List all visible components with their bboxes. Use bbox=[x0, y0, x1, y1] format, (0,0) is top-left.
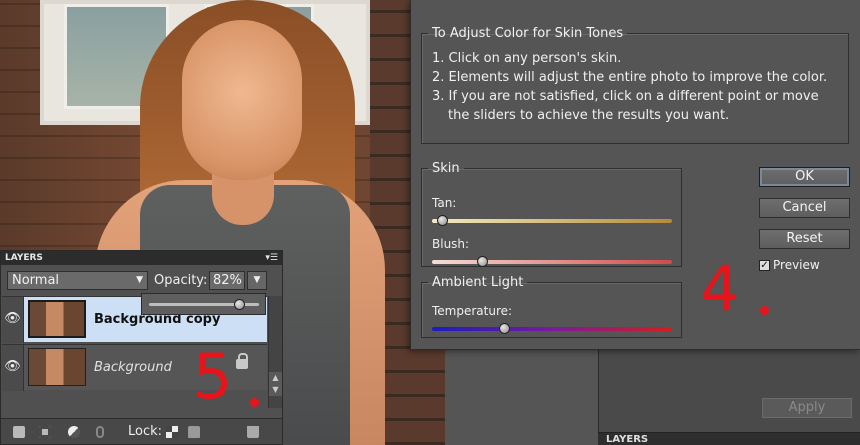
lock-icon bbox=[236, 353, 248, 369]
opacity-input[interactable]: 82% bbox=[209, 271, 245, 290]
temperature-label: Temperature: bbox=[432, 304, 513, 318]
layers-scrollbar[interactable]: ▲ ▼ bbox=[268, 296, 282, 408]
lock-label: Lock: bbox=[128, 424, 163, 439]
layer-thumbnail bbox=[28, 348, 86, 386]
new-layer-icon[interactable] bbox=[13, 426, 25, 438]
scroll-down-icon[interactable]: ▼ bbox=[269, 384, 282, 396]
ambient-light-group: Ambient Light Temperature: bbox=[421, 275, 682, 338]
checkmark-icon[interactable]: ✓ bbox=[759, 259, 770, 271]
instructions-list: 1. Click on any person's skin. 2. Elemen… bbox=[432, 49, 848, 125]
opacity-slider-popup[interactable] bbox=[141, 293, 266, 315]
ok-button[interactable]: OK bbox=[759, 167, 850, 187]
step-1: 1. Click on any person's skin. bbox=[432, 51, 622, 66]
adjust-skin-tone-dialog: To Adjust Color for Skin Tones 1. Click … bbox=[410, 0, 860, 350]
blush-slider-thumb[interactable] bbox=[477, 256, 489, 267]
layers-panel-header[interactable]: LAYERS bbox=[598, 432, 860, 445]
link-icon[interactable] bbox=[96, 426, 104, 438]
adjustments-panel bbox=[598, 345, 860, 445]
layers-panel: LAYERS ▾☰ Normal ▼ Opacity: 82% ▼ 👁 Back… bbox=[0, 250, 283, 445]
instructions-title: To Adjust Color for Skin Tones bbox=[432, 26, 624, 41]
step-3-cont: the sliders to achieve the results you w… bbox=[448, 108, 730, 123]
subject-face bbox=[182, 20, 302, 180]
cancel-button[interactable]: Cancel bbox=[759, 198, 850, 218]
opacity-slider-thumb[interactable] bbox=[234, 299, 246, 310]
apply-button[interactable]: Apply bbox=[762, 398, 852, 418]
instructions-group: To Adjust Color for Skin Tones 1. Click … bbox=[421, 26, 849, 144]
annotation-four-dot bbox=[760, 306, 769, 315]
scroll-up-icon[interactable]: ▲ bbox=[269, 372, 282, 384]
visibility-eye-icon[interactable]: 👁 bbox=[2, 345, 24, 391]
adjustment-layer-icon[interactable] bbox=[68, 426, 80, 438]
blend-mode-select[interactable]: Normal ▼ bbox=[7, 271, 148, 290]
panel-menu-icon[interactable]: ▾☰ bbox=[265, 253, 278, 263]
lock-transparency-icon[interactable] bbox=[166, 426, 178, 438]
preview-checkbox[interactable]: ✓ Preview bbox=[759, 258, 820, 272]
layer-thumbnail bbox=[28, 300, 86, 338]
tan-slider-thumb[interactable] bbox=[436, 215, 448, 226]
visibility-eye-icon[interactable]: 👁 bbox=[2, 297, 24, 343]
trash-icon[interactable] bbox=[247, 426, 259, 438]
tan-label: Tan: bbox=[432, 196, 457, 210]
opacity-slider[interactable] bbox=[149, 299, 259, 310]
annotation-five: 5 bbox=[193, 340, 233, 413]
opacity-label: Opacity: bbox=[154, 273, 208, 288]
blush-slider[interactable] bbox=[432, 256, 672, 267]
step-3: 3. If you are not satisfied, click on a … bbox=[432, 89, 819, 104]
annotation-five-dot bbox=[250, 398, 259, 407]
layer-name[interactable]: Background bbox=[94, 360, 172, 375]
chevron-down-icon: ▼ bbox=[136, 275, 143, 285]
temperature-slider-thumb[interactable] bbox=[499, 323, 510, 334]
blush-label: Blush: bbox=[432, 237, 470, 251]
skin-group: Skin Tan: Blush: bbox=[421, 161, 682, 267]
opacity-dropdown-button[interactable]: ▼ bbox=[247, 271, 267, 290]
layers-panel-header[interactable]: LAYERS ▾☰ bbox=[1, 251, 282, 265]
reset-button[interactable]: Reset bbox=[759, 229, 850, 249]
lock-all-icon[interactable] bbox=[188, 426, 200, 438]
step-2: 2. Elements will adjust the entire photo… bbox=[432, 70, 828, 85]
tan-slider[interactable] bbox=[432, 215, 672, 226]
annotation-four: 4 bbox=[700, 252, 740, 325]
layer-mask-icon[interactable] bbox=[39, 426, 51, 438]
layers-footer: Lock: bbox=[1, 418, 282, 444]
temperature-slider[interactable] bbox=[432, 323, 672, 334]
